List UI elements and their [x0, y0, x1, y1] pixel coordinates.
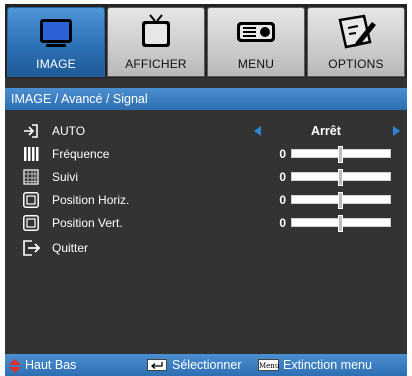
slider-thumb[interactable]: [338, 146, 343, 163]
breadcrumb: IMAGE / Avancé / Signal: [5, 88, 407, 110]
position-vert-label: Position Vert.: [52, 216, 123, 230]
frequence-label: Fréquence: [52, 147, 110, 161]
position-vert-slider[interactable]: [291, 215, 391, 232]
menu-key-icon: Menu: [258, 359, 279, 371]
bars-icon: [23, 146, 39, 162]
arrow-left-icon[interactable]: [254, 126, 261, 136]
projector-icon: [208, 12, 304, 56]
quitter-label: Quitter: [52, 241, 89, 255]
tab-image[interactable]: IMAGE: [7, 7, 105, 77]
tab-label: OPTIONS: [328, 57, 384, 71]
frame-icon: [23, 215, 39, 231]
tab-menu[interactable]: MENU: [207, 7, 305, 77]
grid-icon: [23, 169, 39, 185]
suivi-value: 0: [279, 170, 286, 184]
auto-value: Arrêt: [311, 124, 341, 138]
help-footer: Haut Bas Sélectionner Menu Extinction me…: [5, 354, 407, 376]
tv-icon: [108, 12, 204, 56]
osd-menu: IMAGE AFFICHER MENU OPTIONS IMAGE / Avan…: [5, 4, 407, 376]
auto-label: AUTO: [52, 124, 86, 138]
tab-bar: IMAGE AFFICHER MENU OPTIONS: [5, 4, 407, 78]
position-horiz-value: 0: [279, 193, 286, 207]
suivi-slider[interactable]: [291, 169, 391, 186]
tab-label: MENU: [237, 57, 275, 71]
row-quitter[interactable]: Quitter: [5, 237, 407, 259]
exit-icon: [23, 240, 41, 256]
footer-select-label: Sélectionner: [172, 358, 242, 372]
suivi-label: Suivi: [52, 170, 79, 184]
settings-pencil-icon: [308, 12, 404, 56]
slider-thumb[interactable]: [338, 192, 343, 209]
position-horiz-label: Position Horiz.: [52, 193, 130, 207]
enter-icon: [23, 123, 39, 139]
position-vert-value: 0: [279, 216, 286, 230]
tab-label: AFFICHER: [125, 57, 187, 71]
tab-label: IMAGE: [36, 57, 76, 71]
slider-thumb[interactable]: [338, 215, 343, 232]
footer-updown-label: Haut Bas: [25, 358, 77, 372]
arrow-right-icon[interactable]: [393, 126, 400, 136]
slider-thumb[interactable]: [338, 169, 343, 186]
row-position-vert[interactable]: Position Vert. 0: [5, 212, 407, 234]
frequence-value: 0: [279, 147, 286, 161]
monitor-icon: [8, 12, 104, 56]
frequence-slider[interactable]: [291, 146, 391, 163]
row-frequence[interactable]: Fréquence 0: [5, 143, 407, 165]
enter-key-icon: [147, 359, 167, 371]
row-suivi[interactable]: Suivi 0: [5, 166, 407, 188]
row-position-horiz[interactable]: Position Horiz. 0: [5, 189, 407, 211]
tab-options[interactable]: OPTIONS: [307, 7, 405, 77]
footer-exit-label: Extinction menu: [283, 358, 372, 372]
position-horiz-slider[interactable]: [291, 192, 391, 209]
row-auto[interactable]: AUTO Arrêt: [5, 120, 407, 142]
tab-afficher[interactable]: AFFICHER: [107, 7, 205, 77]
up-down-arrow-icon: [8, 358, 22, 373]
frame-icon: [23, 192, 39, 208]
